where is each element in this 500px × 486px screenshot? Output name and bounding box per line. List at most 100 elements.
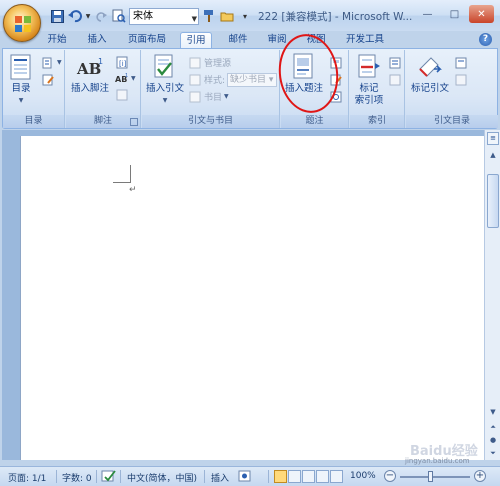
tab-page-layout[interactable]: 页面布局	[125, 32, 169, 48]
print-preview-icon[interactable]	[111, 8, 127, 24]
next-footnote-icon: AB 1	[115, 72, 129, 86]
zoom-out-icon[interactable]: −	[384, 470, 396, 482]
scroll-up-icon[interactable]: ▲	[486, 148, 500, 162]
insert-citation-button[interactable]: 插入引文 ▼	[145, 53, 185, 107]
select-browse-object-icon[interactable]: ●	[486, 433, 500, 447]
office-button[interactable]	[3, 4, 41, 42]
insert-footnote-button[interactable]: AB 1 插入脚注	[70, 53, 110, 95]
status-divider	[96, 470, 97, 483]
font-name-field[interactable]: 宋体 ▼	[129, 7, 199, 25]
status-divider	[56, 470, 57, 483]
tab-mailings[interactable]: 邮件	[225, 32, 251, 48]
tab-insert[interactable]: 插入	[84, 32, 110, 48]
zoom-slider[interactable]	[400, 476, 470, 478]
update-table-button[interactable]	[41, 72, 55, 87]
dialog-launcher-icon[interactable]	[130, 118, 138, 126]
font-name-value: 宋体	[133, 10, 153, 22]
undo-icon[interactable]	[67, 8, 83, 24]
mark-entry-button[interactable]: 标记 索引项	[352, 53, 386, 107]
tab-references[interactable]: 引用	[180, 32, 212, 48]
add-text-button[interactable]: ▼	[41, 55, 62, 70]
ribbon-tabs: 开始 插入 页面布局 引用 邮件 审阅 视图 开发工具 ?	[0, 31, 500, 48]
next-footnote-button[interactable]: AB 1 ▼	[115, 71, 136, 86]
update-index-button[interactable]	[388, 72, 402, 87]
undo-dropdown-icon[interactable]: ▼	[85, 8, 91, 24]
group-table-of-authorities: 标记引文 引文目录	[406, 50, 498, 128]
draft-view-button[interactable]	[330, 470, 343, 483]
citation-style-control[interactable]: 样式: 缺少书目 ▾	[188, 72, 278, 87]
tab-home[interactable]: 开始	[44, 32, 70, 48]
scroll-down-icon[interactable]: ▼	[486, 405, 500, 419]
svg-text:1: 1	[125, 73, 128, 79]
insert-toa-button[interactable]	[454, 55, 468, 70]
insert-index-icon	[388, 56, 402, 70]
style-icon	[188, 73, 202, 87]
status-divider	[120, 470, 121, 483]
ribbon: 目录 ▼ ▼ 目录 AB 1 插入脚注 [i] AB 1 ▼ 脚注 插入引文 ▼…	[2, 48, 498, 129]
manage-sources-button[interactable]: 管理源	[188, 55, 231, 70]
svg-text:1: 1	[98, 57, 103, 66]
chevron-down-icon: ▼	[224, 93, 229, 100]
insert-mode-indicator[interactable]: 插入	[211, 471, 229, 484]
bibliography-button[interactable]: 书目 ▼	[188, 89, 229, 104]
close-button[interactable]: ✕	[469, 5, 494, 23]
document-page[interactable]: ↵	[20, 136, 484, 460]
insert-index-button[interactable]	[388, 55, 402, 70]
update-index-icon	[388, 73, 402, 87]
quick-access-toolbar: ▼ 宋体 ▼ ▾	[40, 6, 256, 26]
mark-entry-label-2: 索引项	[354, 95, 384, 106]
print-layout-view-button[interactable]	[274, 470, 287, 483]
scroll-thumb[interactable]	[487, 174, 499, 228]
customize-qat-icon[interactable]: ▾	[237, 8, 253, 24]
mark-entry-icon	[354, 53, 384, 81]
manage-sources-label: 管理源	[204, 59, 232, 69]
page-count[interactable]: 页面: 1/1	[8, 471, 46, 484]
redo-icon[interactable]	[93, 8, 109, 24]
bibliography-label: 书目	[204, 93, 223, 103]
zoom-in-icon[interactable]: +	[474, 470, 486, 482]
document-area: ↵	[2, 130, 484, 460]
mark-citation-icon	[415, 53, 445, 81]
outline-view-button[interactable]	[316, 470, 329, 483]
insert-endnote-button[interactable]: [i]	[115, 55, 129, 70]
open-folder-icon[interactable]	[219, 8, 235, 24]
window-controls: — □ ✕	[415, 5, 494, 23]
minimize-button[interactable]: —	[415, 5, 440, 23]
chevron-down-icon: ▼	[18, 97, 24, 104]
zoom-slider-thumb[interactable]	[428, 471, 433, 482]
group-title-toc: 目录	[3, 115, 64, 128]
status-bar: 页面: 1/1 字数: 0 中文(简体，中国) 插入 100% − +	[0, 466, 500, 486]
style-select[interactable]: 缺少书目 ▾	[227, 72, 278, 87]
maximize-button[interactable]: □	[442, 5, 467, 23]
group-title-captions: 题注	[281, 115, 348, 128]
insert-citation-icon	[150, 53, 180, 81]
insert-citation-label: 插入引文	[145, 83, 184, 94]
toc-label: 目录	[11, 83, 31, 94]
format-painter-icon[interactable]	[201, 8, 217, 24]
help-icon[interactable]: ?	[479, 33, 492, 46]
chevron-down-icon: ▼	[191, 14, 197, 23]
language-indicator[interactable]: 中文(简体，中国)	[127, 471, 197, 484]
svg-text:[i]: [i]	[119, 60, 127, 68]
ruler-toggle-icon[interactable]: ≡	[487, 132, 499, 145]
tab-developer[interactable]: 开发工具	[343, 32, 387, 48]
mark-citation-button[interactable]: 标记引文	[409, 53, 451, 95]
web-layout-view-button[interactable]	[302, 470, 315, 483]
insert-toa-icon	[454, 56, 468, 70]
word-count[interactable]: 字数: 0	[62, 471, 92, 484]
add-text-icon	[41, 56, 55, 70]
save-icon[interactable]	[49, 8, 65, 24]
status-divider	[204, 470, 205, 483]
proofing-icon[interactable]	[101, 469, 117, 486]
style-select-value: 缺少书目	[230, 74, 267, 85]
full-screen-reading-view-button[interactable]	[288, 470, 301, 483]
previous-page-icon[interactable]: ⏶	[486, 420, 500, 434]
show-notes-button[interactable]	[115, 87, 129, 102]
next-page-icon[interactable]: ⏷	[486, 446, 500, 460]
group-title-index: 索引	[350, 115, 404, 128]
zoom-level[interactable]: 100%	[350, 471, 376, 481]
toc-button[interactable]: 目录 ▼	[6, 53, 36, 107]
update-toa-button[interactable]	[454, 72, 468, 87]
macro-record-icon[interactable]	[238, 470, 252, 486]
vertical-scrollbar[interactable]: ≡ ▲ ▼ ⏶ ● ⏷	[484, 130, 500, 460]
